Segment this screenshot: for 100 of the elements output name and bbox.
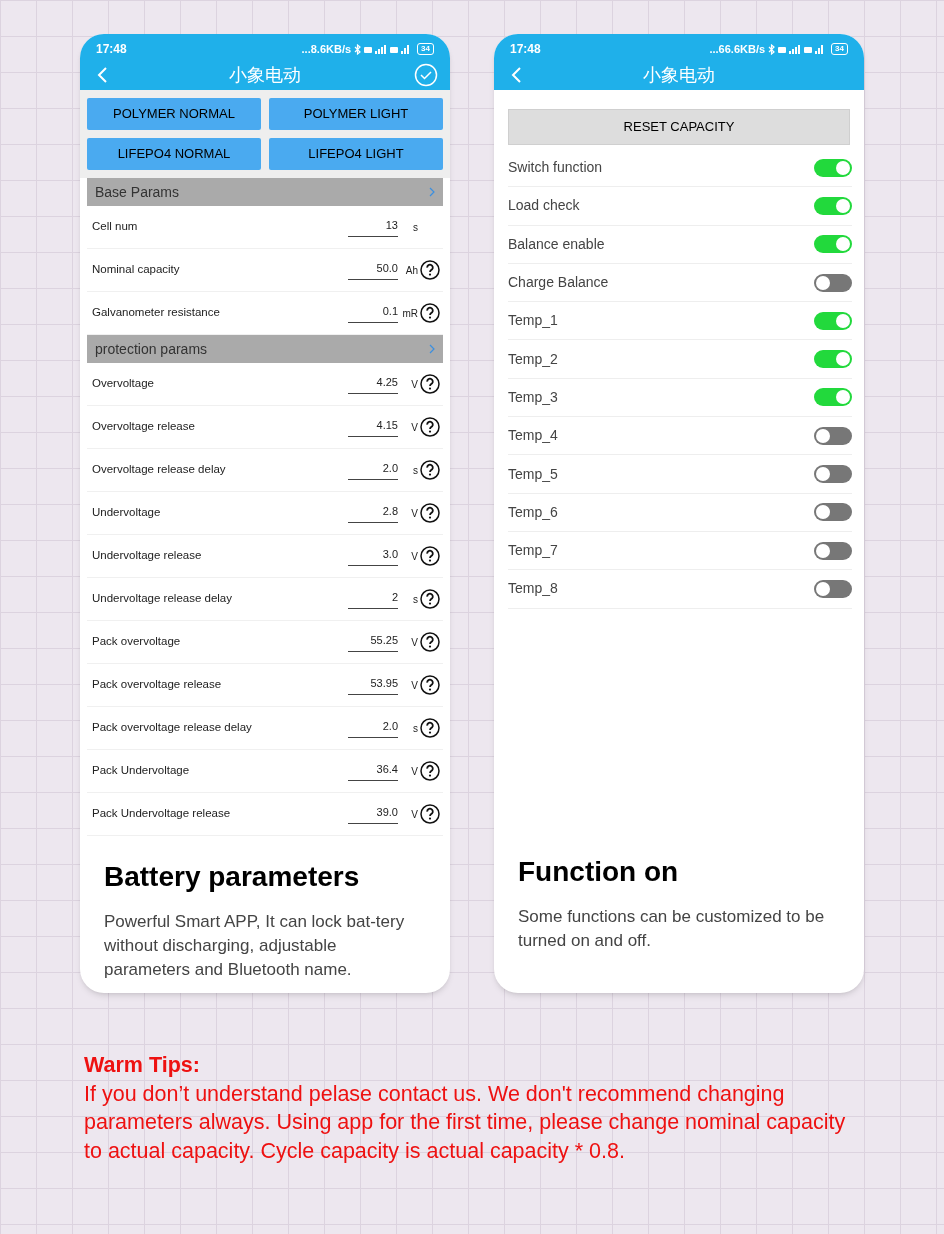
unit-label: V xyxy=(410,807,418,822)
bluetooth-icon xyxy=(354,43,362,55)
help-icon[interactable] xyxy=(420,675,440,695)
signal-icon xyxy=(778,43,825,55)
help-icon[interactable] xyxy=(420,460,440,480)
help-icon[interactable] xyxy=(420,589,440,609)
status-time: 17:48 xyxy=(96,41,127,58)
toggle-switch[interactable] xyxy=(814,311,852,330)
param-value-field[interactable]: 2.8 xyxy=(348,503,398,523)
param-value-field[interactable]: 2 xyxy=(348,589,398,609)
param-value-field[interactable]: 13 xyxy=(348,217,398,237)
unit-label: Ah xyxy=(404,263,418,278)
unit-label: V xyxy=(410,377,418,392)
help-icon[interactable] xyxy=(420,503,440,523)
caption-text: Some functions can be customized to be turned on and off. xyxy=(518,905,826,952)
unit-label: V xyxy=(410,549,418,564)
help-icon[interactable] xyxy=(420,761,440,781)
section-header[interactable]: Base Params xyxy=(87,178,443,206)
help-icon[interactable] xyxy=(420,718,440,738)
preset-button[interactable]: LIFEPO4 LIGHT xyxy=(269,138,443,170)
param-label: Galvanometer resistance xyxy=(92,305,221,321)
section-title: protection params xyxy=(95,339,208,359)
param-value-field[interactable]: 36.4 xyxy=(348,761,398,781)
switch-label: Temp_1 xyxy=(508,311,558,331)
switch-label: Temp_8 xyxy=(508,579,558,599)
param-value-field[interactable]: 4.15 xyxy=(348,417,398,437)
app-title: 小象电动 xyxy=(643,63,715,87)
caption-heading: Battery parameters xyxy=(104,860,361,894)
caption-text: Powerful Smart APP, It can lock bat-tery without discharging, adjustable parameters and Bluetooth name. xyxy=(104,911,406,981)
unit-label: s xyxy=(412,721,418,736)
help-icon[interactable] xyxy=(420,632,440,652)
section-header[interactable]: protection params xyxy=(87,335,443,363)
help-icon[interactable] xyxy=(420,546,440,566)
param-value-field[interactable]: 0.1 xyxy=(348,303,398,323)
help-icon[interactable] xyxy=(420,303,440,323)
param-value-field[interactable]: 2.0 xyxy=(348,718,398,738)
preset-button[interactable]: LIFEPO4 NORMAL xyxy=(87,138,261,170)
reset-capacity-button[interactable]: RESET CAPACITY xyxy=(508,109,850,145)
help-icon[interactable] xyxy=(420,417,440,437)
param-label: Nominal capacity xyxy=(92,262,181,278)
switch-label: Balance enable xyxy=(508,234,605,254)
param-label: Overvoltage xyxy=(92,376,155,392)
param-value-field[interactable]: 39.0 xyxy=(348,804,398,824)
back-icon[interactable] xyxy=(510,66,522,84)
check-icon[interactable] xyxy=(414,63,438,87)
toggle-switch[interactable] xyxy=(814,158,852,177)
toggle-switch[interactable] xyxy=(814,388,852,407)
param-label: Pack overvoltage release delay xyxy=(92,720,253,736)
toggle-switch[interactable] xyxy=(814,196,852,215)
battery-icon: 34 xyxy=(417,43,434,55)
unit-label: s xyxy=(412,592,418,607)
unit-label: V xyxy=(410,420,418,435)
param-label: Undervoltage release delay xyxy=(92,591,233,607)
param-value-field[interactable]: 4.25 xyxy=(348,374,398,394)
help-icon[interactable] xyxy=(420,804,440,824)
switch-label: Temp_7 xyxy=(508,541,558,561)
toggle-switch[interactable] xyxy=(814,579,852,598)
unit-label: V xyxy=(410,764,418,779)
network-speed: ...66.6KB/s xyxy=(709,41,766,57)
param-value-field[interactable]: 50.0 xyxy=(348,260,398,280)
unit-label: mR xyxy=(401,306,418,321)
warm-tips-heading: Warm Tips: xyxy=(84,1052,201,1079)
unit-label: V xyxy=(410,635,418,650)
param-value-field[interactable]: 3.0 xyxy=(348,546,398,566)
toggle-switch[interactable] xyxy=(814,465,852,483)
switch-label: Charge Balance xyxy=(508,273,609,293)
status-time: 17:48 xyxy=(510,41,541,58)
unit-label: V xyxy=(410,506,418,521)
toggle-switch[interactable] xyxy=(814,541,852,560)
switch-label: Switch function xyxy=(508,158,603,178)
toggle-switch[interactable] xyxy=(814,503,852,522)
param-label: Pack overvoltage release xyxy=(92,677,223,693)
param-label: Overvoltage release delay xyxy=(92,462,227,478)
param-value-field[interactable]: 53.95 xyxy=(348,675,398,695)
toggle-switch[interactable] xyxy=(814,273,852,292)
param-value-field[interactable]: 2.0 xyxy=(348,460,398,480)
chevron-icon xyxy=(429,187,435,197)
param-label: Pack overvoltage xyxy=(92,634,182,650)
switch-label: Temp_3 xyxy=(508,387,558,407)
help-icon[interactable] xyxy=(420,260,440,280)
section-title: Base Params xyxy=(95,182,180,202)
toggle-switch[interactable] xyxy=(814,350,852,369)
switch-label: Load check xyxy=(508,196,580,216)
param-label: Cell num xyxy=(92,219,139,235)
param-label: Undervoltage xyxy=(92,505,162,521)
preset-button[interactable]: POLYMER NORMAL xyxy=(87,98,261,130)
battery-icon: 34 xyxy=(831,43,848,55)
unit-label: V xyxy=(410,678,418,693)
param-label: Pack Undervoltage release xyxy=(92,806,232,822)
param-label: Undervoltage release xyxy=(92,548,203,564)
preset-button[interactable]: POLYMER LIGHT xyxy=(269,98,443,130)
toggle-switch[interactable] xyxy=(814,235,852,254)
help-icon[interactable] xyxy=(420,374,440,394)
toggle-switch[interactable] xyxy=(814,426,852,445)
back-icon[interactable] xyxy=(96,66,108,84)
app-title: 小象电动 xyxy=(229,63,301,87)
network-speed: ...8.6KB/s xyxy=(301,41,352,57)
unit-label: s xyxy=(412,220,418,235)
switch-label: Temp_6 xyxy=(508,502,558,522)
param-value-field[interactable]: 55.25 xyxy=(348,632,398,652)
